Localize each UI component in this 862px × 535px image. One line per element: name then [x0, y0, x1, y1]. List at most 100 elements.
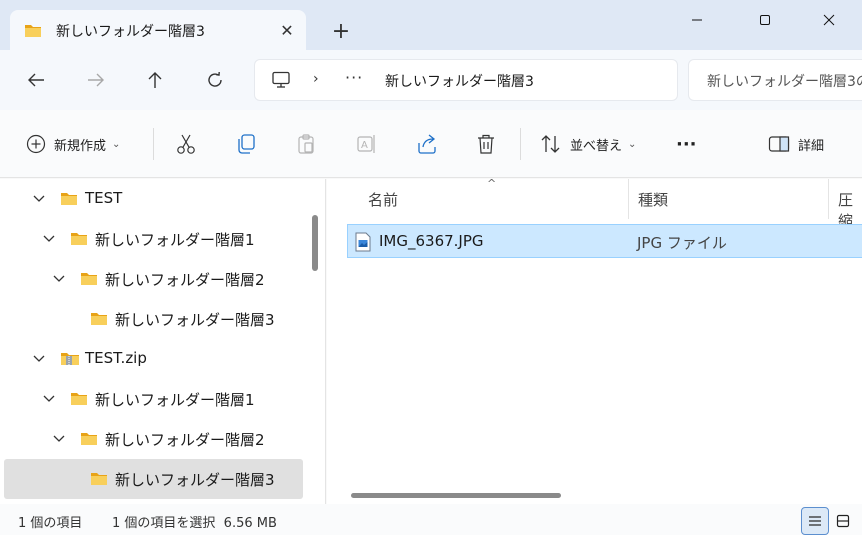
details-pane-label: 詳細: [798, 138, 825, 154]
paste-icon: [298, 134, 314, 154]
search-placeholder: 新しいフォルダー階層3の検索: [707, 74, 862, 90]
file-explorer-window: 新しいフォルダー階層3 ✕ + › ··· 新しいフォルダー階層3 新しいフォル…: [0, 0, 862, 535]
up-button[interactable]: [139, 66, 171, 94]
nav-tree-item-label: TEST.zip: [85, 349, 147, 367]
item-count: 1 個の項目: [18, 516, 83, 531]
title-bar: 新しいフォルダー階層3 ✕ +: [0, 0, 862, 50]
tab-title: 新しいフォルダー階層3: [56, 24, 205, 40]
nav-scrollbar-thumb[interactable]: [312, 215, 318, 271]
list-view-icon: [809, 516, 821, 526]
copy-icon: [238, 134, 255, 154]
chevron-down-icon: ⌄: [112, 138, 121, 150]
minimize-button[interactable]: [674, 0, 720, 40]
delete-button[interactable]: [476, 130, 496, 158]
toolbar-divider: [520, 128, 521, 160]
nav-tree-item-label: 新しいフォルダー階層2: [105, 431, 265, 449]
nav-tree-item[interactable]: 新しいフォルダー階層1: [4, 379, 303, 419]
image-file-icon: [355, 232, 371, 256]
expand-chevron-icon[interactable]: [42, 392, 56, 406]
address-bar[interactable]: › ··· 新しいフォルダー階層3: [254, 59, 678, 101]
tiles-view-button[interactable]: [829, 507, 857, 535]
search-box[interactable]: 新しいフォルダー階層3の検索: [688, 59, 862, 101]
file-name: IMG_6367.JPG: [379, 232, 484, 250]
selection-info: 1 個の項目を選択 6.56 MB: [112, 516, 277, 531]
nav-tree-item[interactable]: 新しいフォルダー階層2: [4, 419, 303, 459]
nav-tree-item-label: 新しいフォルダー階層3: [115, 471, 275, 489]
nav-tree-item-label: TEST: [85, 189, 123, 207]
folder-icon: [80, 270, 98, 290]
nav-tree-item[interactable]: 新しいフォルダー階層3: [4, 459, 303, 499]
expand-chevron-icon[interactable]: [52, 432, 66, 446]
column-divider[interactable]: [628, 179, 629, 219]
new-button-label: 新規作成: [54, 138, 107, 154]
zip-folder-icon: [60, 350, 80, 370]
nav-tree-item[interactable]: 新しいフォルダー階層3: [4, 299, 303, 339]
command-bar: 新規作成 ⌄ A 並べ替え ⌄ ··· 詳細: [0, 110, 862, 178]
file-row[interactable]: IMG_6367.JPG JPG ファイル: [347, 224, 862, 258]
more-options-button[interactable]: ···: [676, 130, 697, 158]
chevron-down-icon: ⌄: [628, 138, 637, 150]
new-tab-button[interactable]: +: [328, 18, 354, 44]
refresh-button[interactable]: [199, 66, 231, 94]
paste-button[interactable]: [296, 130, 316, 158]
horizontal-scrollbar-thumb[interactable]: [351, 493, 561, 498]
expand-chevron-icon[interactable]: [32, 192, 46, 206]
nav-tree-item[interactable]: TEST: [4, 179, 303, 219]
folder-icon: [24, 22, 42, 42]
expand-chevron-icon[interactable]: [42, 232, 56, 246]
address-bar-row: › ··· 新しいフォルダー階層3 新しいフォルダー階層3の検索: [0, 50, 862, 110]
expand-chevron-icon[interactable]: [32, 352, 46, 366]
nav-tree-item[interactable]: 新しいフォルダー階層2: [4, 259, 303, 299]
toolbar-divider: [153, 128, 154, 160]
rename-button[interactable]: A: [356, 130, 378, 158]
column-header-row: ^ 名前 種類 圧縮: [327, 177, 862, 230]
breadcrumb-current[interactable]: 新しいフォルダー階層3: [385, 71, 534, 91]
nav-tree-item-label: 新しいフォルダー階層1: [95, 391, 255, 409]
navigation-pane: TEST 新しいフォルダー階層1 新しいフォルダー階層2 新しいフォルダー階層3 TES…: [0, 179, 326, 504]
back-button[interactable]: [20, 66, 52, 94]
rename-icon: A: [357, 135, 375, 153]
column-header-name[interactable]: 名前: [368, 189, 398, 210]
column-divider[interactable]: [828, 179, 829, 219]
close-window-button[interactable]: [806, 0, 852, 40]
computer-icon: [271, 71, 291, 93]
nav-tree-item[interactable]: 新しいフォルダー階層1: [4, 219, 303, 259]
tiles-view-icon: [836, 514, 850, 528]
svg-text:A: A: [361, 140, 368, 151]
sort-ascending-icon: ^: [487, 177, 497, 190]
folder-icon: [60, 190, 78, 210]
tab-close-icon[interactable]: ✕: [276, 19, 298, 41]
details-view-button[interactable]: [801, 507, 829, 535]
details-pane-icon: [768, 136, 790, 152]
cut-button[interactable]: [176, 130, 196, 158]
sort-button-label: 並べ替え: [570, 138, 623, 154]
nav-tree-item[interactable]: TEST.zip: [4, 339, 303, 379]
folder-icon: [70, 390, 88, 410]
maximize-button[interactable]: [742, 0, 788, 40]
folder-icon: [80, 430, 98, 450]
expand-chevron-icon[interactable]: [52, 272, 66, 286]
breadcrumb-separator[interactable]: ›: [313, 71, 319, 87]
sort-button[interactable]: 並べ替え ⌄: [540, 130, 636, 158]
sort-icon: [541, 135, 560, 153]
add-icon: [26, 134, 46, 154]
forward-button[interactable]: [80, 66, 112, 94]
nav-tree-item-label: 新しいフォルダー階層2: [105, 271, 265, 289]
cut-icon: [177, 134, 195, 154]
share-icon: [418, 134, 436, 154]
nav-tree-item-label: 新しいフォルダー階層1: [95, 231, 255, 249]
file-list-pane: ^ 名前 種類 圧縮 IMG_6367.JPG JPG ファイル: [327, 177, 862, 504]
breadcrumb-overflow[interactable]: ···: [345, 68, 363, 87]
trash-icon: [478, 134, 494, 154]
folder-icon: [90, 310, 108, 330]
new-button[interactable]: 新規作成 ⌄: [26, 130, 120, 158]
file-type: JPG ファイル: [637, 234, 727, 252]
nav-tree-item-label: 新しいフォルダー階層3: [115, 311, 275, 329]
folder-icon: [70, 230, 88, 250]
share-button[interactable]: [416, 130, 438, 158]
column-header-type[interactable]: 種類: [638, 189, 668, 210]
copy-button[interactable]: [236, 130, 256, 158]
status-bar: 1 個の項目 1 個の項目を選択 6.56 MB: [0, 504, 862, 535]
active-tab[interactable]: 新しいフォルダー階層3 ✕: [10, 10, 306, 50]
details-pane-button[interactable]: 詳細: [768, 130, 824, 158]
